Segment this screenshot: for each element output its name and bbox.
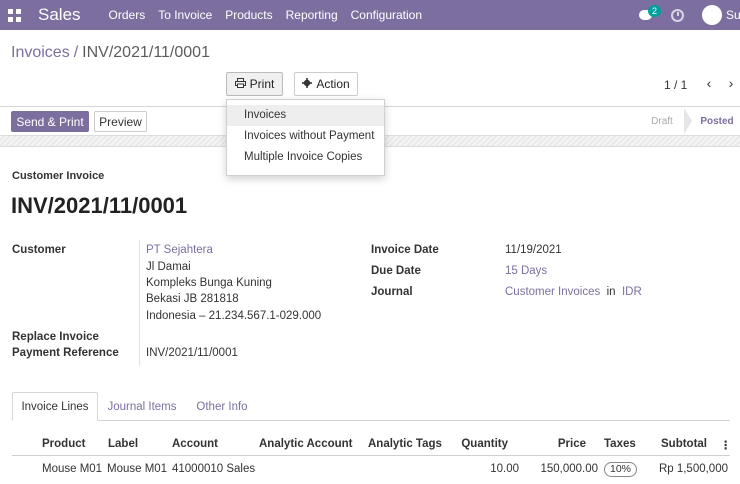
invoice-lines-header: Product Label Account Analytic Account A… [12,433,732,456]
payment-reference-value: INV/2021/11/0001 [146,347,238,359]
row-quantity: 10.00 [490,463,519,475]
breadcrumb-current: INV/2021/11/0001 [82,44,210,61]
print-menu-invoices[interactable]: Invoices [227,105,384,126]
action-button-label: Action [316,77,350,91]
menu-reporting[interactable]: Reporting [286,8,338,22]
invoice-date-label: Invoice Date [371,244,439,256]
due-date-label: Due Date [371,265,421,277]
row-tax-badge: 10% [604,462,638,477]
journal-value: Customer Invoices in IDR [505,286,642,298]
field-divider [139,240,140,366]
breadcrumb: Invoices / INV/2021/11/0001 [11,44,210,62]
col-price[interactable]: Price [558,438,586,450]
pager-next-button[interactable]: › [724,75,738,91]
pager-value[interactable]: 1 / 1 [664,78,687,92]
print-button[interactable]: Print [226,72,283,96]
col-product[interactable]: Product [42,438,85,450]
chat-badge: 2 [648,5,662,17]
col-label[interactable]: Label [108,438,138,450]
send-and-print-button[interactable]: Send & Print [11,111,89,132]
printer-icon [234,77,246,91]
status-draft[interactable]: Draft [638,108,686,135]
row-account: 41000010 Sales [172,463,256,475]
print-menu-multiple-invoice-copies[interactable]: Multiple Invoice Copies [227,147,384,168]
optional-columns-icon[interactable]: ⋮ [720,438,732,452]
customer-address-line-3: Bekasi JB 281818 [146,293,239,305]
col-analytic-tags[interactable]: Analytic Tags [368,438,442,450]
menu-products[interactable]: Products [225,8,272,22]
document-type-label: Customer Invoice [12,170,105,182]
activity-clock-icon[interactable] [671,8,684,22]
action-button[interactable]: Action [294,72,358,96]
menu-configuration[interactable]: Configuration [351,8,422,22]
col-quantity[interactable]: Quantity [461,438,508,450]
breadcrumb-separator: / [73,44,79,61]
chat-icon[interactable]: 2 [639,5,662,23]
preview-button[interactable]: Preview [94,111,147,132]
app-brand[interactable]: Sales [38,5,81,25]
journal-link[interactable]: Customer Invoices [505,286,600,298]
row-price: 150,000.00 [540,463,598,475]
row-label: Mouse M01 [107,463,168,475]
invoice-number-title: INV/2021/11/0001 [11,193,188,218]
print-dropdown-menu: Invoices Invoices without Payment Multip… [226,99,385,176]
col-taxes[interactable]: Taxes [604,438,636,450]
col-account[interactable]: Account [172,438,218,450]
invoice-date-value: 11/19/2021 [505,244,562,256]
col-subtotal[interactable]: Subtotal [661,438,707,450]
customer-address-line-1: Jl Damai [146,261,191,273]
status-separator-arrow [684,108,692,134]
print-menu-invoices-without-payment[interactable]: Invoices without Payment [227,126,384,147]
status-posted[interactable]: Posted [694,108,740,135]
menu-orders[interactable]: Orders [109,8,146,22]
user-name[interactable]: Sus [726,8,740,22]
replace-invoice-label: Replace Invoice [12,331,99,343]
tab-other-info[interactable]: Other Info [186,392,258,421]
row-subtotal: Rp 1,500,000 [658,463,728,475]
payment-reference-label: Payment Reference [12,347,119,359]
currency-link[interactable]: IDR [622,286,642,298]
due-date-link[interactable]: 15 Days [505,265,547,277]
tax-pill: 10% [604,462,638,477]
gear-icon [302,77,313,91]
tab-journal-items[interactable]: Journal Items [100,392,184,421]
print-button-label: Print [249,77,275,91]
customer-address-line-2: Kompleks Bunga Kuning [146,277,272,289]
apps-menu-icon[interactable] [8,8,22,22]
customer-link[interactable]: PT Sejahtera [146,244,213,256]
row-product: Mouse M01 [42,463,103,475]
user-avatar[interactable] [702,5,722,25]
customer-label: Customer [12,244,66,256]
menu-to-invoice[interactable]: To Invoice [158,8,212,22]
col-analytic-account[interactable]: Analytic Account [259,438,353,450]
customer-address-line-4: Indonesia – 21.234.567.1-029.000 [146,310,322,322]
tab-invoice-lines[interactable]: Invoice Lines [12,392,98,421]
table-row[interactable]: Mouse M01 Mouse M01 41000010 Sales 10.00… [12,458,730,481]
breadcrumb-invoices-link[interactable]: Invoices [11,44,70,61]
pager-previous-button[interactable]: ‹ [702,75,716,91]
journal-in-text: in [606,286,616,298]
journal-label: Journal [371,286,413,298]
top-navbar: Sales Orders To Invoice Products Reporti… [0,0,740,30]
